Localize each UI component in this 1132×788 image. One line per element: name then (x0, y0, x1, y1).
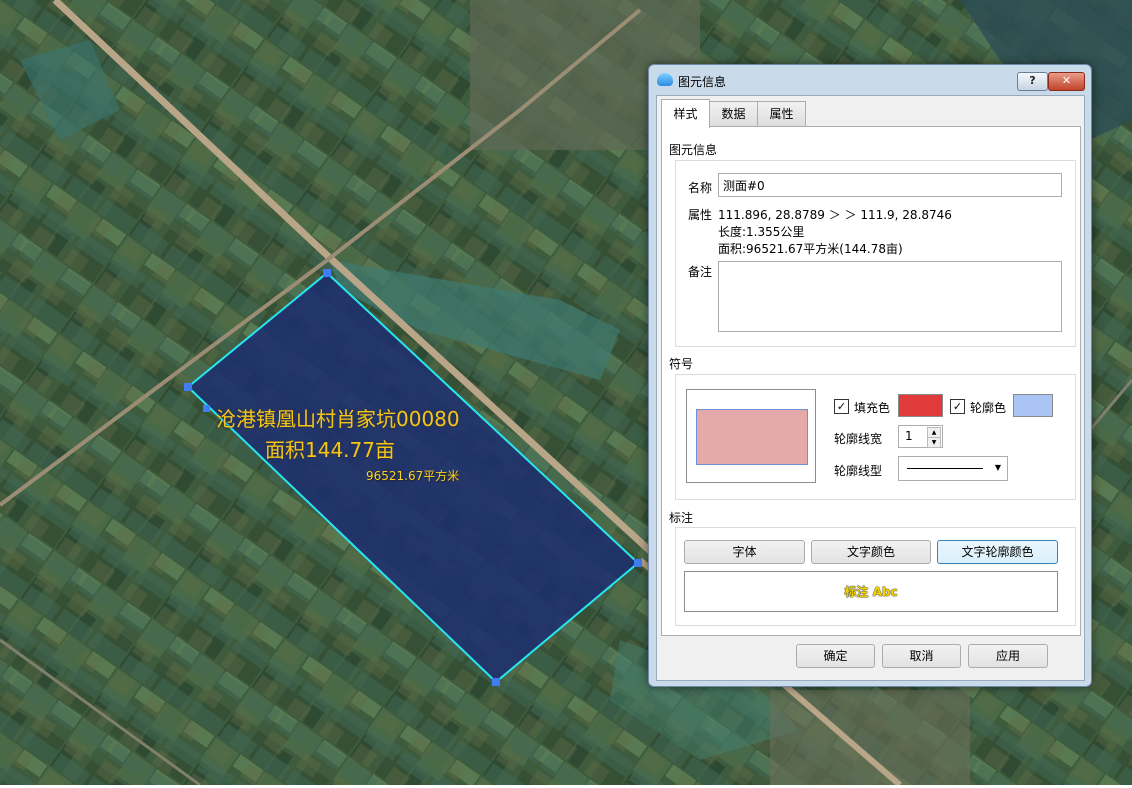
app-cloud-icon (657, 73, 673, 86)
tab-page-style: 图元信息 名称 测面#0 属性 111.896, 28.8789 ＞ ＞ 111… (661, 126, 1081, 636)
info-section-title: 图元信息 (669, 143, 718, 157)
dialog-titlebar[interactable]: 图元信息 ? ✕ (649, 65, 1091, 95)
close-icon: ✕ (1061, 74, 1072, 87)
line-width-value: 1 (905, 429, 913, 443)
dialog-client: 样式 数据 属性 图元信息 名称 测面#0 属性 111.896, 28.878… (656, 95, 1085, 681)
info-group: 名称 测面#0 属性 111.896, 28.8789 ＞ ＞ 111.9, 2… (675, 160, 1076, 347)
note-textarea[interactable] (718, 261, 1062, 332)
element-info-dialog: 图元信息 ? ✕ 样式 数据 属性 图元信息 名称 测面#0 属性 111.89… (648, 64, 1092, 687)
spin-down-icon[interactable]: ▼ (927, 437, 941, 448)
vertex-handle (203, 405, 210, 412)
polygon-name-label: 沧港镇凰山村肖家坑00080 (216, 407, 460, 431)
symbol-preview (686, 389, 816, 483)
cancel-button[interactable]: 取消 (882, 644, 961, 668)
tab-attributes[interactable]: 属性 (757, 101, 806, 127)
vertex-handle (323, 269, 331, 277)
name-input[interactable]: 测面#0 (718, 173, 1062, 197)
attr-coords: 111.896, 28.8789 ＞ ＞ 111.9, 28.8746 (718, 208, 952, 222)
chevron-down-icon: ▼ (994, 463, 1001, 472)
symbol-group: ✓ 填充色 ✓ 轮廓色 轮廓线宽 1 ▲ ▼ 轮廓线型 ▼ (675, 374, 1076, 500)
text-color-button[interactable]: 文字颜色 (811, 540, 931, 564)
fill-color-button[interactable] (898, 394, 943, 417)
polygon-acre-label: 面积144.77亩 (265, 438, 395, 462)
line-style-select[interactable]: ▼ (898, 456, 1008, 481)
label-group: 字体 文字颜色 文字轮廓颜色 标注 Abc (675, 527, 1076, 626)
dialog-footer: 确定 取消 应用 (657, 634, 1084, 680)
outline-color-button[interactable] (1013, 394, 1053, 417)
label-preview-text: 标注 Abc (844, 585, 898, 599)
help-button[interactable]: ? (1017, 72, 1048, 91)
attr-length: 长度:1.355公里 (718, 225, 805, 239)
symbol-section-title: 符号 (669, 357, 694, 371)
tab-data[interactable]: 数据 (709, 101, 758, 127)
line-style-solid-sample (907, 468, 983, 469)
line-width-spinner[interactable]: 1 ▲ ▼ (898, 425, 943, 448)
line-width-label: 轮廓线宽 (834, 432, 883, 446)
label-preview-box: 标注 Abc (684, 571, 1058, 612)
label-section-title: 标注 (669, 511, 694, 525)
vertex-handle (184, 383, 192, 391)
vertex-handle (634, 559, 642, 567)
dialog-title: 图元信息 (678, 75, 727, 89)
attr-label: 属性 (688, 208, 713, 222)
attr-area: 面积:96521.67平方米(144.78亩) (718, 242, 903, 256)
name-label: 名称 (688, 181, 713, 195)
note-label: 备注 (688, 265, 713, 279)
symbol-preview-rect (696, 409, 808, 465)
fill-label: 填充色 (854, 401, 891, 415)
polygon-area-label: 96521.67平方米 (366, 469, 460, 483)
line-style-label: 轮廓线型 (834, 464, 883, 478)
outline-label: 轮廓色 (970, 401, 1007, 415)
tab-style[interactable]: 样式 (661, 99, 710, 128)
fill-checkbox[interactable]: ✓ (834, 399, 849, 414)
close-button[interactable]: ✕ (1048, 72, 1085, 91)
font-button[interactable]: 字体 (684, 540, 805, 564)
text-outline-color-button[interactable]: 文字轮廓颜色 (937, 540, 1058, 564)
vertex-handle (492, 678, 500, 686)
outline-checkbox[interactable]: ✓ (950, 399, 965, 414)
ok-button[interactable]: 确定 (796, 644, 875, 668)
apply-button[interactable]: 应用 (968, 644, 1048, 668)
